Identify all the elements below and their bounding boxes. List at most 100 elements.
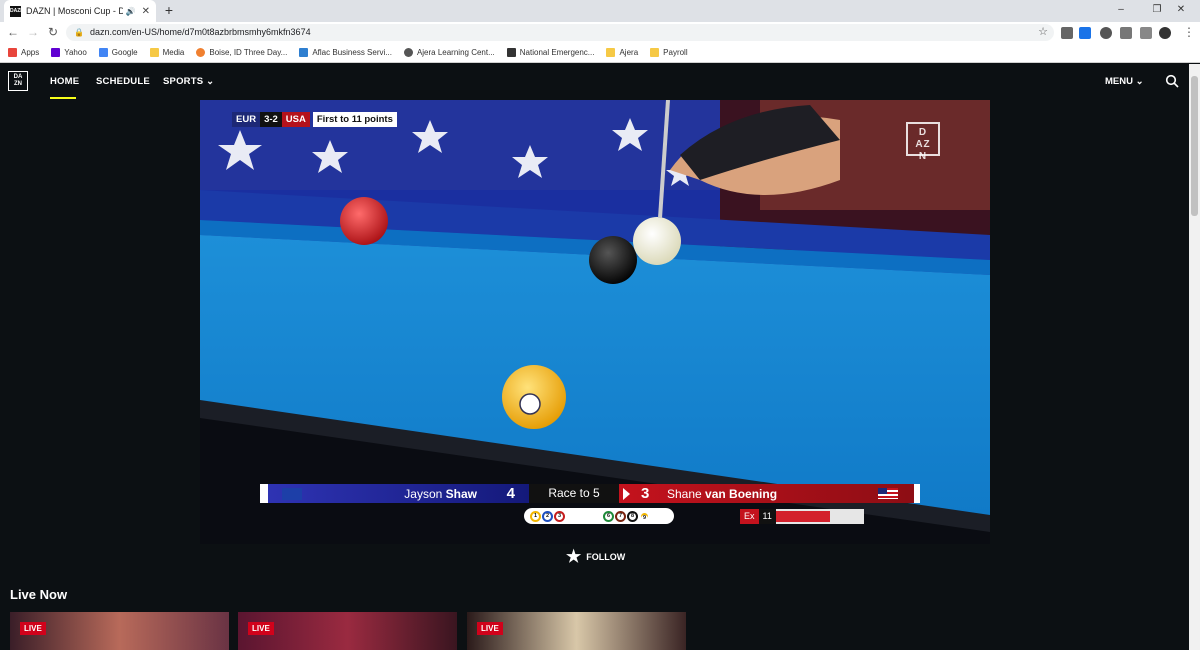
speaker-icon[interactable]: 🔊 — [126, 7, 136, 16]
bookmark-yahoo[interactable]: Yahoo — [51, 48, 87, 57]
browser-tab-strip: DAZN DAZN | Mosconi Cup - Day 2 🔊 ✕ + – … — [0, 0, 1200, 22]
ball-9-icon: 9 — [639, 510, 650, 522]
google-icon — [98, 48, 108, 57]
extension-label: Ex — [740, 509, 759, 524]
player2-last-name: van Boening — [705, 487, 778, 501]
tab-title: DAZN | Mosconi Cup - Day 2 — [26, 6, 123, 16]
weather-icon — [196, 48, 206, 57]
kebab-menu-icon[interactable]: ⋮ — [1181, 24, 1197, 40]
folder-icon — [606, 48, 616, 57]
dazn-logo[interactable]: DAZN — [8, 71, 28, 91]
ball-1-icon: 1 — [530, 510, 541, 522]
ball-3-icon: 3 — [554, 510, 565, 522]
active-nav-indicator — [50, 97, 76, 99]
folder-icon — [149, 48, 159, 57]
bookmark-ajera-learning[interactable]: Ajera Learning Cent... — [403, 48, 495, 57]
close-tab-icon[interactable]: ✕ — [142, 6, 150, 17]
ball-6-icon: 6 — [603, 510, 614, 522]
series-score-overlay: EUR 3-2 USA First to 11 points — [232, 112, 397, 127]
player2-first-name: Shane — [667, 487, 702, 501]
close-window-button[interactable]: ✕ — [1162, 0, 1200, 20]
back-arrow-icon[interactable]: ← — [5, 24, 21, 40]
forward-arrow-icon[interactable]: → — [25, 24, 41, 40]
video-player[interactable]: EUR 3-2 USA First to 11 points DAZN Jays… — [200, 100, 990, 544]
bookmark-google[interactable]: Google — [98, 48, 138, 57]
scoreboard-edge — [914, 484, 920, 503]
nav-sports[interactable]: SPORTS ⌄ — [163, 76, 214, 87]
race-to-label: Race to 5 — [529, 484, 619, 503]
reload-icon[interactable]: ↻ — [45, 24, 61, 40]
dazn-page: DAZN HOME SCHEDULE SPORTS ⌄ MENU ⌄ EUR 3… — [0, 64, 1189, 650]
page-scrollbar[interactable] — [1189, 64, 1200, 650]
live-now-heading: Live Now — [10, 587, 68, 602]
folder-icon — [650, 48, 660, 57]
document-icon — [506, 48, 516, 57]
site-navbar: DAZN HOME SCHEDULE SPORTS ⌄ MENU ⌄ — [0, 64, 1189, 100]
bookmark-national-emergency[interactable]: National Emergenc... — [506, 48, 594, 57]
browser-toolbar: ← → ↻ 🔒 dazn.com/en-US/home/d7m0t8azbrbms… — [0, 22, 1200, 43]
live-event-card[interactable]: LIVE — [10, 612, 229, 650]
follow-button[interactable]: ★ FOLLOW — [566, 547, 625, 566]
puzzle-icon[interactable] — [1120, 27, 1132, 39]
turn-indicator-icon — [623, 487, 630, 500]
scrollbar-thumb[interactable] — [1191, 76, 1198, 216]
globe-icon — [403, 48, 413, 57]
bookmark-payroll[interactable]: Payroll — [650, 48, 688, 57]
search-icon[interactable] — [1165, 74, 1179, 88]
pool-table-scene — [200, 100, 990, 544]
bookmarks-bar: Apps Yahoo Google Media Boise, ID Three … — [0, 43, 1200, 63]
extension-icon[interactable] — [1061, 27, 1073, 39]
minimize-button[interactable]: – — [1102, 0, 1140, 20]
player2-panel: 3 Shane van Boening — [619, 484, 914, 503]
aflac-icon — [299, 48, 309, 57]
balls-remaining-rack: 1 2 3 6 7 8 9 — [524, 508, 674, 524]
series-score: 3-2 — [260, 112, 282, 127]
shot-clock-bar — [775, 509, 864, 524]
extension-circle-icon[interactable] — [1100, 27, 1112, 39]
bookmark-ajera[interactable]: Ajera — [606, 48, 638, 57]
live-event-card[interactable]: LIVE — [238, 612, 457, 650]
player1-last-name: Shaw — [445, 487, 477, 501]
lock-icon: 🔒 — [74, 28, 84, 37]
player1-panel: Jayson Shaw 4 — [260, 484, 529, 503]
team-usa: USA — [281, 112, 310, 127]
nav-home[interactable]: HOME — [50, 76, 79, 87]
nav-schedule[interactable]: SCHEDULE — [96, 76, 150, 87]
live-event-card[interactable]: LIVE — [467, 612, 686, 650]
bookmark-star-icon[interactable]: ☆ — [1038, 24, 1048, 41]
live-badge: LIVE — [20, 622, 46, 635]
new-tab-button[interactable]: + — [161, 2, 177, 18]
shot-clock-fill — [775, 511, 831, 522]
player2-score: 3 — [641, 485, 650, 502]
live-badge: LIVE — [248, 622, 274, 635]
menu-button[interactable]: MENU ⌄ — [1105, 76, 1144, 87]
player2-name: Shane van Boening — [667, 487, 777, 501]
apps-grid-icon — [8, 48, 17, 57]
bookmark-media[interactable]: Media — [149, 48, 184, 57]
us-flag-icon — [878, 488, 898, 499]
url-text: dazn.com/en-US/home/d7m0t8azbrbmsmhy6mkf… — [89, 27, 311, 37]
live-badge: LIVE — [477, 622, 503, 635]
extension-new-icon[interactable] — [1079, 27, 1091, 39]
address-bar[interactable]: 🔒 dazn.com/en-US/home/d7m0t8azbrbmsmhy6mk… — [66, 24, 1054, 41]
match-scoreboard: Jayson Shaw 4 Race to 5 3 Shane van Boen… — [260, 484, 938, 503]
eu-flag-icon — [282, 487, 302, 500]
bookmark-apps[interactable]: Apps — [8, 48, 39, 57]
ball-8-icon: 8 — [627, 510, 638, 522]
player1-score: 4 — [506, 485, 515, 502]
avatar[interactable] — [1159, 27, 1171, 39]
media-queue-icon[interactable] — [1140, 27, 1152, 39]
bookmark-boise-weather[interactable]: Boise, ID Three Day... — [196, 48, 287, 57]
scoreboard-edge — [260, 484, 268, 503]
ball-2-icon: 2 — [542, 510, 553, 522]
bookmark-aflac[interactable]: Aflac Business Servi... — [299, 48, 392, 57]
star-icon: ★ — [566, 547, 582, 566]
team-eur: EUR — [232, 112, 261, 127]
shot-clock: Ex 11 — [740, 509, 864, 524]
ball-7-icon: 7 — [615, 510, 626, 522]
browser-tab[interactable]: DAZN DAZN | Mosconi Cup - Day 2 🔊 ✕ — [4, 0, 156, 22]
match-format: First to 11 points — [312, 112, 397, 127]
dazn-favicon-icon: DAZN — [10, 5, 24, 17]
player1-first-name: Jayson — [404, 487, 443, 501]
shot-clock-seconds: 11 — [758, 509, 776, 524]
